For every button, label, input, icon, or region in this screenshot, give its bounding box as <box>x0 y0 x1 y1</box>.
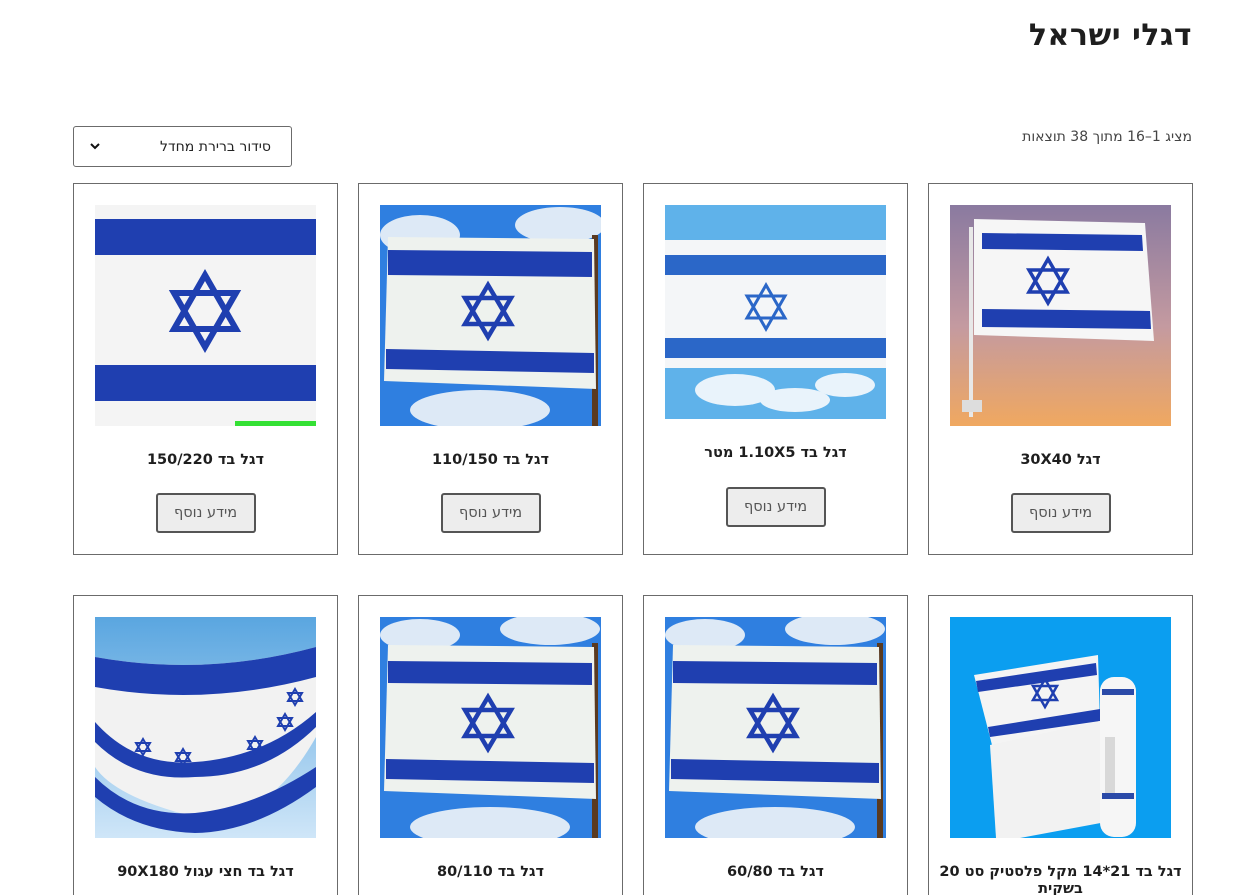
product-card[interactable]: דגל בד 1.10X5 מטר מידע נוסף <box>643 183 908 555</box>
product-card[interactable]: דגל בד 150/220 מידע נוסף <box>73 183 338 555</box>
product-title[interactable]: דגל בד 110/150 <box>369 452 612 469</box>
more-info-button[interactable]: מידע נוסף <box>440 493 541 533</box>
sort-select[interactable]: סידור ברירת מחדל <box>73 126 292 167</box>
product-title[interactable]: דגל בד 21*14 מקל פלסטיק סט 20 בשקית <box>939 864 1182 895</box>
product-image[interactable] <box>380 205 601 426</box>
product-card[interactable]: דגל בד 110/150 מידע נוסף <box>358 183 623 555</box>
product-title[interactable]: דגל בד 1.10X5 מטר <box>654 445 897 462</box>
more-info-button[interactable]: מידע נוסף <box>155 493 256 533</box>
product-title[interactable]: דגל בד 60/80 <box>654 864 897 881</box>
product-card[interactable]: דגל 30X40 מידע נוסף <box>928 183 1193 555</box>
more-info-button[interactable]: מידע נוסף <box>1010 493 1111 533</box>
product-image[interactable] <box>950 205 1171 426</box>
product-title[interactable]: דגל 30X40 <box>939 452 1182 469</box>
product-card[interactable]: דגל בד 60/80 <box>643 595 908 895</box>
product-card[interactable]: דגל בד 80/110 <box>358 595 623 895</box>
product-image[interactable] <box>95 205 316 426</box>
sort-select-value: סידור ברירת מחדל <box>160 138 271 155</box>
product-card[interactable]: דגל בד חצי עגול 90X180 <box>73 595 338 895</box>
product-title[interactable]: דגל בד 80/110 <box>369 864 612 881</box>
more-info-button[interactable]: מידע נוסף <box>725 487 826 527</box>
result-count: מציג 1–16 מתוך 38 תוצאות <box>1022 129 1192 145</box>
product-image[interactable] <box>950 617 1171 838</box>
page-title: דגלי ישראל <box>1028 18 1192 53</box>
product-image[interactable] <box>665 205 886 419</box>
product-image[interactable] <box>665 617 886 838</box>
product-title[interactable]: דגל בד חצי עגול 90X180 <box>84 864 327 881</box>
product-title[interactable]: דגל בד 150/220 <box>84 452 327 469</box>
product-image[interactable] <box>95 617 316 838</box>
product-card[interactable]: דגל בד 21*14 מקל פלסטיק סט 20 בשקית <box>928 595 1193 895</box>
chevron-down-icon <box>88 140 102 154</box>
product-image[interactable] <box>380 617 601 838</box>
